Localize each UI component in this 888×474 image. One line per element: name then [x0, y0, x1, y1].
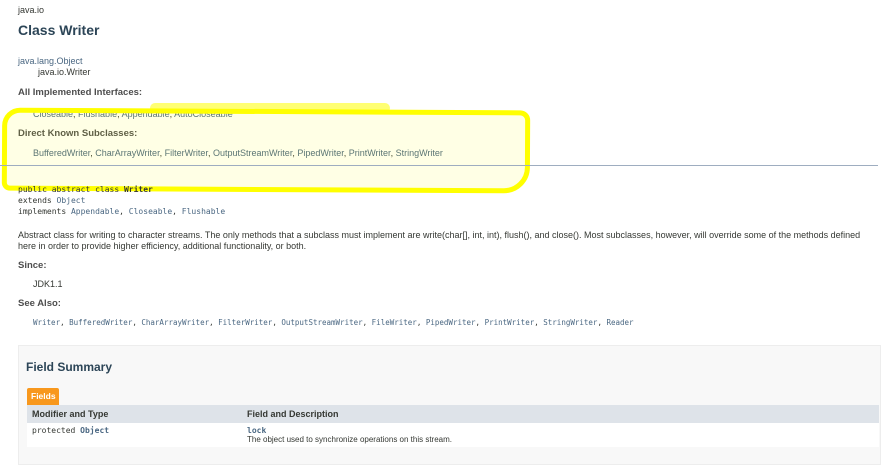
see-also-link[interactable]: BufferedWriter — [69, 318, 132, 327]
package-name: java.io — [18, 5, 45, 15]
decl-implements-link[interactable]: Flushable — [182, 207, 225, 216]
see-also-link[interactable]: FileWriter — [372, 318, 417, 327]
field-modifier-cell: protected Object — [27, 423, 242, 447]
col-modifier-and-type: Modifier and Type — [27, 405, 242, 423]
since-value: JDK1.1 — [33, 279, 63, 289]
inheritance-parent-link[interactable]: java.lang.Object — [18, 56, 83, 66]
decl-implements: implements — [18, 207, 71, 216]
inheritance-child: java.io.Writer — [38, 67, 91, 77]
see-also-link[interactable]: Writer — [33, 318, 60, 327]
decl-class-name: Writer — [123, 185, 153, 194]
highlight-annotation — [1, 107, 531, 194]
field-description-cell: lock The object used to synchronize oper… — [242, 423, 879, 447]
field-summary-table: Modifier and Type Field and Description … — [27, 405, 879, 447]
see-also-link[interactable]: PipedWriter — [426, 318, 476, 327]
see-also-link[interactable]: OutputStreamWriter — [281, 318, 362, 327]
see-also-link[interactable]: CharArrayWriter — [141, 318, 209, 327]
since-heading: Since: — [18, 260, 47, 271]
field-type-link[interactable]: Object — [80, 426, 109, 435]
fields-tab[interactable]: Fields — [27, 388, 59, 405]
field-modifier: protected — [32, 426, 81, 435]
see-also-list: Writer, BufferedWriter, CharArrayWriter,… — [33, 318, 634, 327]
col-field-and-description: Field and Description — [242, 405, 879, 423]
decl-implements-link[interactable]: Appendable — [71, 207, 119, 216]
table-header-row: Modifier and Type Field and Description — [27, 405, 879, 423]
field-summary-title: Field Summary — [26, 360, 113, 374]
decl-implements-link[interactable]: Closeable — [129, 207, 172, 216]
see-also-link[interactable]: PrintWriter — [485, 318, 535, 327]
decl-extends: extends — [18, 196, 57, 205]
section-divider — [0, 165, 878, 166]
see-also-heading: See Also: — [18, 298, 61, 309]
class-declaration: public abstract class Writer extends Obj… — [18, 185, 226, 216]
decl-modifiers: public abstract class — [18, 185, 124, 194]
see-also-link[interactable]: FilterWriter — [218, 318, 272, 327]
see-also-link[interactable]: StringWriter — [543, 318, 597, 327]
field-name-link[interactable]: lock — [247, 426, 266, 435]
field-description: The object used to synchronize operation… — [247, 435, 452, 444]
class-description: Abstract class for writing to character … — [18, 230, 861, 251]
decl-extends-link[interactable]: Object — [57, 196, 86, 205]
table-row: protected Object lock The object used to… — [27, 423, 879, 447]
implemented-interfaces-heading: All Implemented Interfaces: — [18, 87, 143, 98]
page-title: Class Writer — [18, 22, 100, 38]
see-also-link[interactable]: Reader — [606, 318, 633, 327]
